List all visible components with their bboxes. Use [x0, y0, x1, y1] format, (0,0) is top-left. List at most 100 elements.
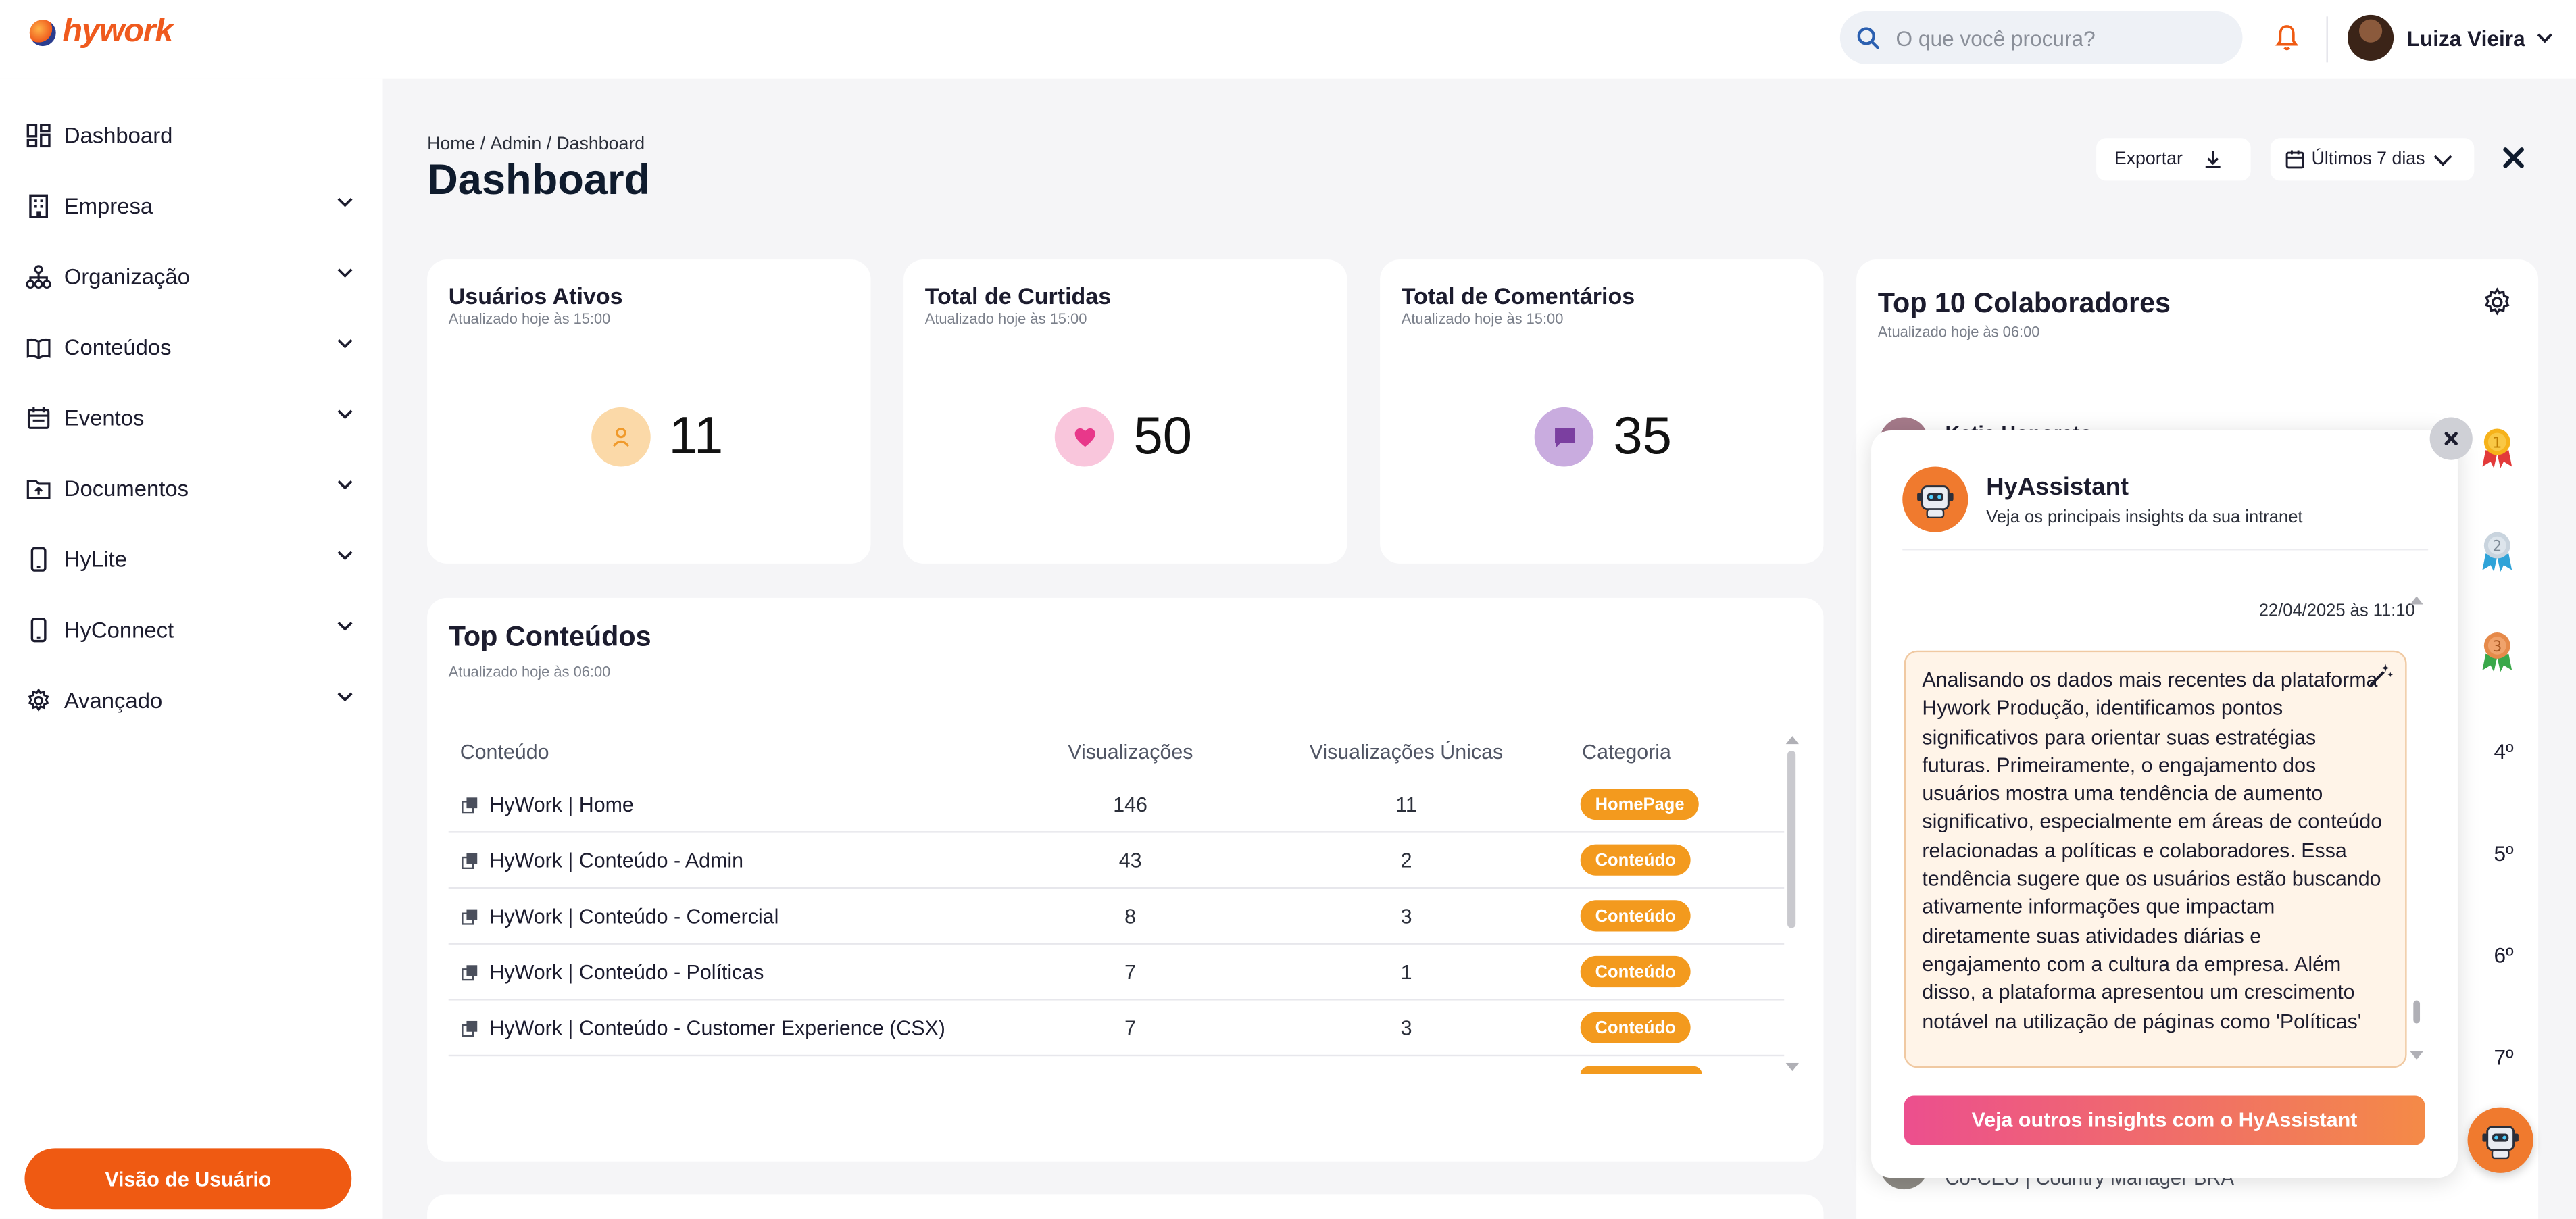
sidebar-item-hylite[interactable]: HyLite [26, 541, 355, 576]
sidebar-item-avancado[interactable]: Avançado [26, 682, 355, 718]
stat-updated: Atualizado hoje às 15:00 [448, 310, 611, 327]
globe-icon [29, 18, 56, 45]
building-icon [29, 193, 48, 218]
search-bar[interactable] [1839, 11, 2243, 64]
stat-title: Total de Comentários [1401, 282, 1635, 309]
close-icon[interactable] [2500, 145, 2527, 171]
content-name: HyWork | Conteúdo - Admin [462, 849, 743, 872]
next-card [427, 1194, 1824, 1219]
copy-icon [462, 965, 478, 981]
chevron-down-icon [337, 622, 353, 631]
bell-icon[interactable] [2274, 23, 2300, 53]
stat-value: 50 [1133, 405, 1193, 466]
chevron-down-icon [337, 268, 353, 278]
rank-number: 4º [2494, 739, 2514, 764]
more-insights-button[interactable]: Veja outros insights com o HyAssistant [1904, 1095, 2425, 1145]
divider [2326, 16, 2328, 63]
stat-updated: Atualizado hoje às 15:00 [924, 310, 1087, 327]
sidebar-item-dashboard[interactable]: Dashboard [26, 117, 355, 153]
sidebar-item-label: Dashboard [64, 122, 173, 147]
sidebar-item-label: HyConnect [64, 616, 174, 642]
stat-updated: Atualizado hoje às 15:00 [1401, 310, 1564, 327]
sidebar-item-eventos[interactable]: Eventos [26, 399, 355, 435]
content-name-text[interactable]: HyWork | Home [489, 793, 633, 816]
assistant-close-button[interactable] [2429, 417, 2473, 460]
assistant-title: HyAssistant [1986, 473, 2129, 501]
table-scrollbar[interactable] [1784, 735, 1800, 1076]
table-row[interactable]: HyWork | Conteúdo - Admin 43 2 Conteúdo [448, 833, 1785, 889]
calendar-icon [2285, 150, 2304, 169]
column-header[interactable]: Conteúdo [460, 741, 549, 764]
content-name: HyWork | Home [462, 793, 634, 816]
stat-title: Usuários Ativos [448, 282, 623, 309]
search-input[interactable] [1896, 25, 2208, 51]
category-badge: HomePage [1580, 788, 1700, 820]
sidebar-item-empresa[interactable]: Empresa [26, 187, 355, 223]
hywork-logo[interactable]: hywork [29, 13, 174, 51]
grid-icon [26, 122, 51, 147]
search-icon [1857, 27, 1879, 49]
stat-title: Total de Curtidas [924, 282, 1112, 309]
unique-views-value: 3 [1400, 905, 1412, 928]
breadcrumb-separator: / [480, 134, 486, 155]
table-row[interactable]: HyWork | Conteúdo - Customer Experience … [448, 1001, 1785, 1057]
copy-icon [462, 1020, 478, 1037]
sidebar-item-label: HyLite [64, 546, 127, 571]
message-scrollbar[interactable] [2410, 595, 2423, 1071]
content-name: HyWork | Conteúdo - Comercial [462, 905, 778, 928]
top-bar: hywork Luiza Vieira [0, 0, 2576, 79]
gear-icon[interactable] [2482, 287, 2512, 317]
category-badge: Conteúdo [1580, 900, 1691, 932]
stat-card-active-users: Usuários Ativos Atualizado hoje às 15:00… [427, 259, 871, 564]
content-name-text[interactable]: HyWork | Conteúdo - Customer Experience … [489, 1017, 945, 1040]
table-row-partial [449, 1058, 1785, 1074]
breadcrumb: Home / Admin / Dashboard [427, 134, 645, 154]
column-header[interactable]: Categoria [1582, 741, 1671, 764]
breadcrumb-current: Dashboard [556, 134, 645, 155]
gear-icon [28, 687, 49, 711]
user-menu[interactable]: Luiza Vieira [2348, 14, 2554, 61]
breadcrumb-admin[interactable]: Admin [490, 134, 541, 154]
phone-icon [30, 546, 47, 571]
sidebar-item-conteudos[interactable]: Conteúdos [26, 328, 355, 364]
column-header[interactable]: Visualizações Únicas [1310, 741, 1504, 764]
table-row[interactable]: HyWork | Conteúdo - Comercial 8 3 Conteú… [448, 889, 1785, 945]
category-badge: Conteúdo [1580, 1012, 1691, 1043]
content-name-text[interactable]: HyWork | Conteúdo - Políticas [489, 961, 764, 984]
chevron-down-icon [337, 197, 353, 207]
sidebar-item-documentos[interactable]: Documentos [26, 470, 355, 505]
hyassistant-fab[interactable] [2467, 1107, 2533, 1173]
copy-icon [462, 909, 478, 925]
bronze-medal-icon: 3 [2482, 632, 2512, 672]
sidebar-item-label: Avançado [64, 687, 163, 712]
views-value: 7 [1124, 1016, 1137, 1040]
views-value: 8 [1124, 905, 1137, 928]
breadcrumb-home[interactable]: Home [427, 134, 475, 154]
hyassistant-panel: HyAssistant Veja os principais insights … [1871, 430, 2458, 1178]
date-range-select[interactable]: Últimos 7 dias [2270, 138, 2475, 181]
org-chart-icon [26, 264, 51, 288]
content-name-text[interactable]: HyWork | Conteúdo - Admin [489, 849, 743, 872]
chevron-down-icon [337, 692, 353, 702]
section-updated: Atualizado hoje às 06:00 [448, 664, 611, 680]
robot-icon [1902, 466, 1968, 532]
sidebar-item-label: Empresa [64, 193, 153, 218]
user-view-button[interactable]: Visão de Usuário [24, 1148, 352, 1210]
heart-icon [1054, 407, 1114, 467]
table-row[interactable]: HyWork | Home 146 11 HomePage [448, 777, 1785, 833]
table-row[interactable]: HyWork | Conteúdo - Políticas 7 1 Conteú… [448, 945, 1785, 1001]
content-name-text[interactable]: HyWork | Conteúdo - Comercial [489, 905, 778, 928]
silver-medal-icon: 2 [2482, 532, 2512, 572]
insight-text: Analisando os dados mais recentes da pla… [1922, 668, 2383, 1033]
copy-icon [462, 853, 478, 870]
sidebar-item-label: Eventos [64, 405, 145, 430]
column-header[interactable]: Visualizações [1068, 741, 1193, 764]
scrollbar-thumb[interactable] [1787, 751, 1796, 928]
sidebar-item-label: Organização [64, 264, 190, 289]
sidebar-item-hyconnect[interactable]: HyConnect [26, 611, 355, 647]
sidebar-item-organizacao[interactable]: Organização [26, 258, 355, 294]
rank-number: 6º [2494, 943, 2514, 968]
export-button[interactable]: Exportar [2096, 138, 2251, 181]
message-timestamp: 22/04/2025 às 11:10 [2258, 601, 2415, 621]
chevron-down-icon [2433, 154, 2452, 166]
